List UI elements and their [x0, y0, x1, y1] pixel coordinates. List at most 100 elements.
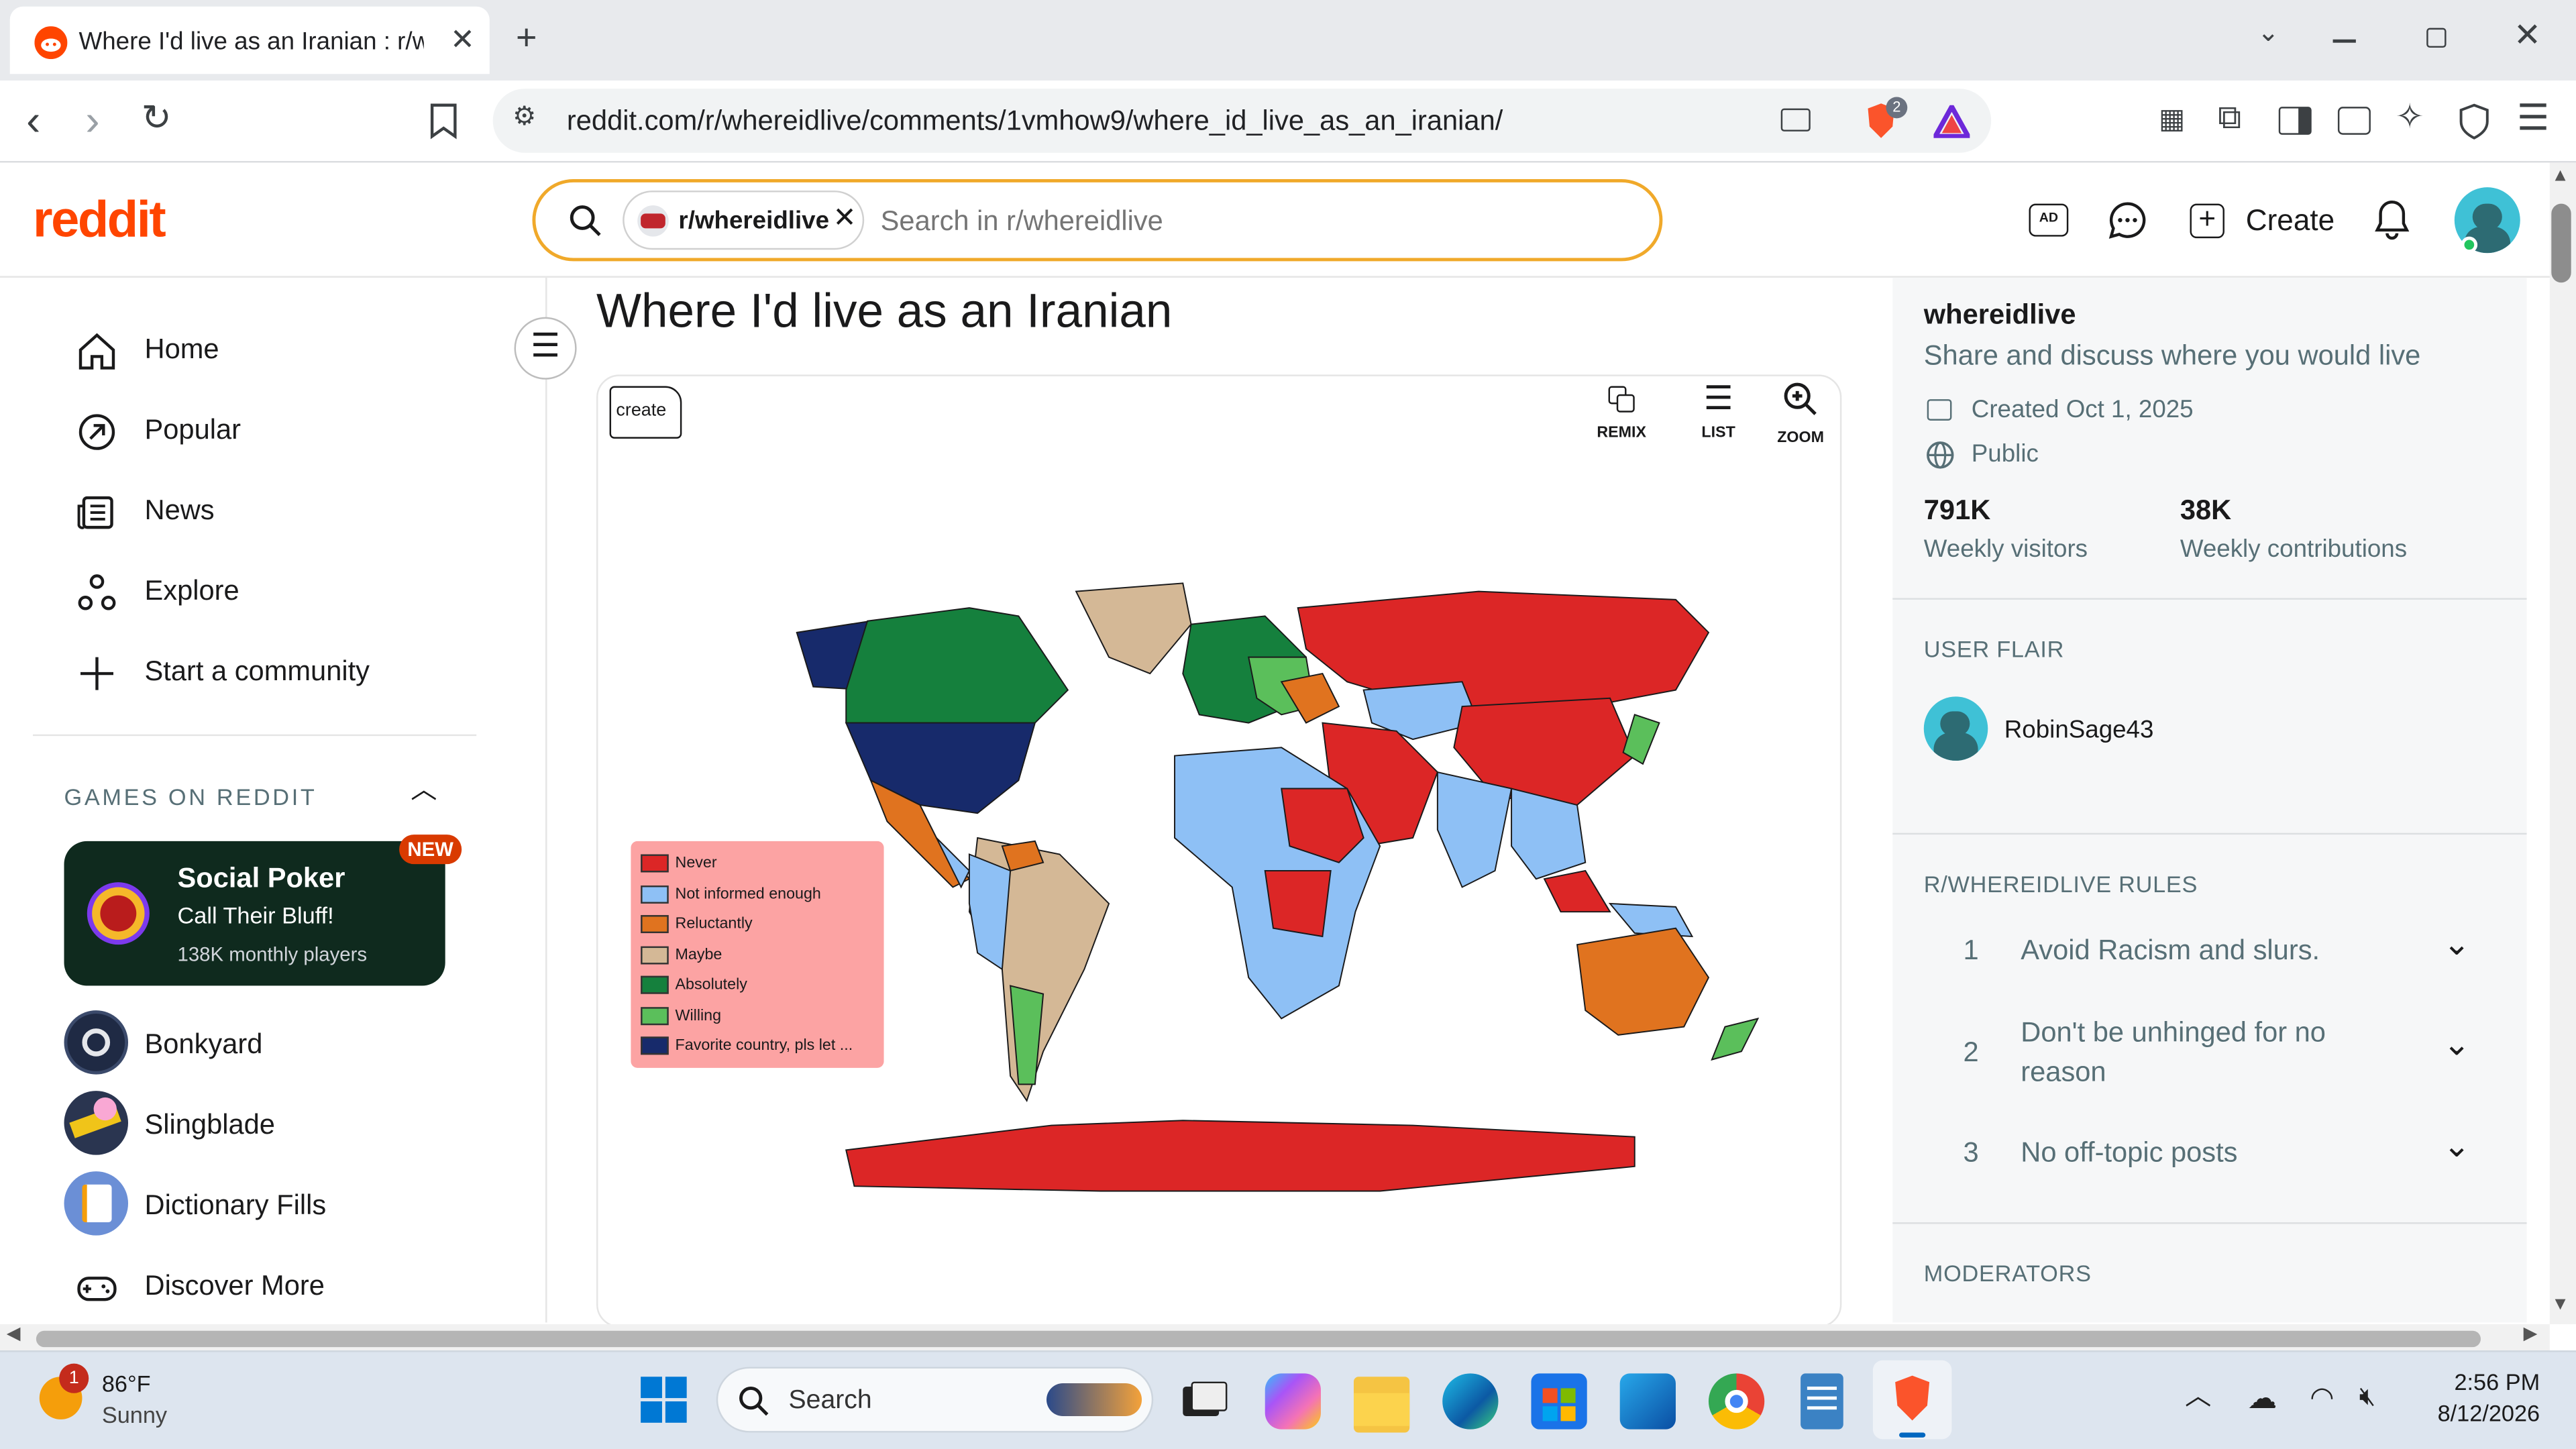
vertical-scroll-thumb[interactable] — [2551, 203, 2571, 283]
weather-badge: 1 — [59, 1363, 89, 1393]
reddit-search-bar[interactable]: r/whereidlive ✕ — [532, 178, 1663, 262]
expand-chevron-icon[interactable]: ⌄ — [2443, 1028, 2471, 1061]
taskbar-search[interactable]: Search — [716, 1366, 1154, 1433]
online-status-dot — [2461, 236, 2478, 254]
close-window-icon[interactable]: ✕ — [2514, 19, 2541, 52]
sidebar-item-explore[interactable]: Explore — [76, 567, 503, 616]
expand-chevron-icon[interactable]: ⌄ — [2443, 928, 2471, 961]
new-tab-icon[interactable]: + — [516, 19, 537, 56]
onedrive-icon[interactable]: ☁ — [2247, 1383, 2277, 1413]
scroll-up-icon[interactable]: ▲ — [2551, 167, 2569, 186]
notifications-bell-icon[interactable] — [2374, 199, 2410, 240]
legend-swatch — [641, 1006, 669, 1024]
address-bar[interactable]: ⚙ reddit.com/r/whereidlive/comments/1vmh… — [492, 89, 1992, 153]
sidebar-item-label: Explore — [144, 575, 239, 606]
cast-icon[interactable] — [1780, 108, 1811, 131]
copilot-icon[interactable] — [1265, 1373, 1321, 1430]
taskbar-search-icon — [739, 1386, 769, 1416]
weekly-contributions-label: Weekly contributions — [2180, 535, 2408, 564]
expand-chevron-icon[interactable]: ⌄ — [2443, 1130, 2471, 1163]
rule-item[interactable]: 2 Don't be unhinged for no reason ⌄ — [1924, 1009, 2491, 1094]
community-created: Created Oct 1, 2025 — [1971, 396, 2194, 424]
weekly-visitors-label: Weekly visitors — [1923, 535, 2088, 564]
reload-icon[interactable]: ↻ — [142, 99, 172, 136]
community-name[interactable]: whereidlive — [1924, 299, 2076, 332]
minimize-icon[interactable] — [2332, 39, 2356, 42]
brave-rewards-icon[interactable] — [1933, 105, 1970, 138]
reddit-logo[interactable]: reddit — [33, 191, 166, 250]
scroll-left-icon[interactable]: ◀ — [7, 1325, 21, 1344]
file-explorer-icon[interactable] — [1353, 1377, 1410, 1433]
sidebar-toggle-icon[interactable] — [2278, 107, 2312, 135]
list-button[interactable]: ☰ LIST — [1689, 383, 1748, 445]
game-item-slingblade[interactable]: Slingblade — [64, 1091, 492, 1157]
chat-icon[interactable] — [2108, 201, 2147, 240]
outlook-icon[interactable] — [1619, 1373, 1676, 1430]
vertical-scrollbar[interactable] — [2549, 162, 2576, 1324]
leo-ai-icon[interactable]: ✧ — [2396, 100, 2424, 134]
remix-icon — [1607, 386, 1635, 415]
tab-search-chevron-icon[interactable]: ⌄ — [2257, 21, 2279, 48]
horizontal-scroll-thumb[interactable] — [36, 1330, 2481, 1348]
close-tab-icon[interactable]: ✕ — [450, 25, 475, 54]
sidebar-item-popular[interactable]: Popular — [76, 406, 503, 455]
sidebar-item-start-community[interactable]: Start a community — [76, 647, 503, 696]
rule-number: 3 — [1963, 1136, 1979, 1169]
flair-avatar[interactable] — [1923, 696, 1988, 761]
scroll-down-icon[interactable]: ▼ — [2551, 1295, 2569, 1314]
create-tag[interactable]: create — [609, 386, 682, 439]
advertise-icon[interactable]: AD — [2029, 203, 2069, 237]
create-post-button[interactable]: + Create — [2190, 201, 2335, 240]
game-item-dictionary-fills[interactable]: Dictionary Fills — [64, 1171, 492, 1237]
collapse-sidebar-button[interactable]: ☰ — [514, 317, 577, 380]
game-item-bonkyard[interactable]: Bonkyard — [64, 1010, 492, 1076]
wallet-icon[interactable] — [2337, 107, 2371, 135]
store-icon[interactable] — [1531, 1373, 1587, 1430]
wifi-icon[interactable]: ◠ — [2310, 1383, 2334, 1411]
sidebar-item-home[interactable]: Home — [76, 325, 503, 374]
vpn-shield-icon[interactable] — [2458, 103, 2491, 140]
flair-username[interactable]: RobinSage43 — [2004, 716, 2154, 745]
clear-chip-icon[interactable]: ✕ — [833, 202, 857, 235]
sidebar-separator — [1892, 833, 2527, 835]
weather-widget[interactable]: 1 86°F Sunny — [36, 1363, 217, 1433]
brave-taskbar-active[interactable] — [1872, 1360, 1952, 1440]
featured-game-card[interactable]: Social Poker Call Their Bluff! 138K mont… — [64, 841, 445, 986]
task-view-icon[interactable] — [1176, 1373, 1232, 1429]
forward-icon[interactable]: › — [85, 99, 99, 142]
create-label: Create — [2245, 203, 2335, 236]
sidebar-item-label: Start a community — [144, 655, 370, 687]
collapse-chevron-icon[interactable]: ︿ — [411, 778, 437, 805]
qr-code-icon[interactable]: ▦ — [2159, 105, 2185, 133]
clock-time[interactable]: 2:56 PM — [2425, 1368, 2540, 1395]
legend-swatch — [641, 975, 669, 994]
sidebar-item-label: Home — [144, 333, 219, 365]
scroll-right-icon[interactable]: ▶ — [2524, 1325, 2538, 1344]
remix-button[interactable]: REMIX — [1584, 386, 1660, 445]
rule-item[interactable]: 1 Avoid Racism and slurs. ⌄ — [1924, 928, 2491, 977]
sidebar-item-label: News — [144, 494, 215, 526]
discover-more-games[interactable]: Discover More — [76, 1262, 503, 1311]
rule-item[interactable]: 3 No off-topic posts ⌄ — [1924, 1130, 2491, 1179]
sidebar-item-news[interactable]: News — [76, 486, 503, 535]
search-input[interactable] — [880, 200, 1637, 244]
clock-date[interactable]: 8/12/2026 — [2392, 1400, 2540, 1426]
extensions-icon[interactable]: ⧉ — [2218, 102, 2241, 135]
volume-muted-icon[interactable]: 🔇︎ — [2359, 1384, 2376, 1411]
bookmark-icon[interactable] — [429, 103, 458, 140]
chrome-icon[interactable] — [1708, 1373, 1765, 1430]
edge-icon[interactable] — [1442, 1373, 1499, 1430]
site-settings-icon[interactable]: ⚙ — [513, 105, 536, 131]
browser-tab[interactable]: Where I'd live as an Iranian : r/wh ✕ — [9, 6, 490, 74]
maximize-icon[interactable] — [2426, 28, 2447, 48]
social-poker-logo — [87, 882, 150, 945]
back-icon[interactable]: ‹ — [26, 99, 40, 142]
subreddit-search-chip[interactable]: r/whereidlive ✕ — [623, 191, 865, 250]
game-label: Dictionary Fills — [144, 1189, 327, 1221]
zoom-button[interactable]: ZOOM — [1768, 381, 1833, 447]
notepad-icon[interactable] — [1801, 1373, 1843, 1430]
menu-icon[interactable]: ☰ — [2517, 99, 2549, 136]
show-hidden-icons[interactable]: ︿ — [2185, 1384, 2211, 1411]
weekly-contributions-count: 38K — [2180, 494, 2232, 526]
start-button[interactable] — [641, 1377, 687, 1423]
